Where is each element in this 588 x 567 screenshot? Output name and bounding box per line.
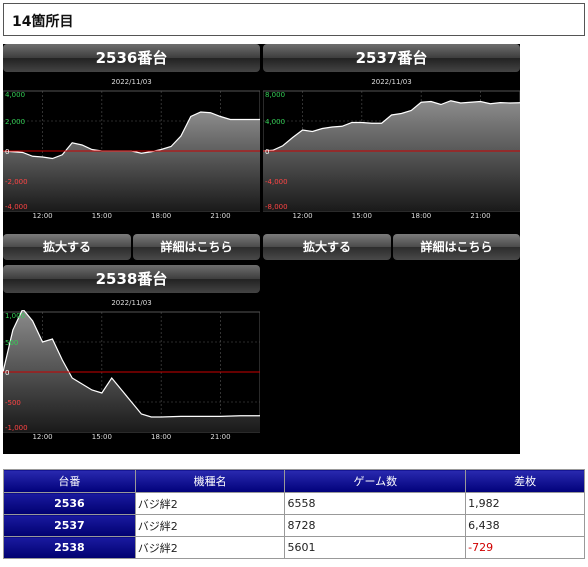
detail-button-2537[interactable]: 詳細はこちら — [393, 234, 520, 260]
unit-card-2538: 2538番台 2022/11/03 1,000 500 0 -500 -1,000 12:… — [3, 265, 260, 454]
unit-number-cell[interactable]: 2537 — [3, 514, 136, 537]
unit-card-2537: 2537番台 2022/11/03 8,000 4,000 0 -4,000 -8,00… — [263, 44, 520, 262]
y-tick-label: -4,000 — [5, 203, 28, 211]
y-tick-label: 2,000 — [5, 118, 25, 126]
y-tick-label: 8,000 — [265, 91, 285, 99]
unit-number-cell[interactable]: 2538 — [3, 536, 136, 559]
diff-cell: 1,982 — [465, 492, 585, 515]
chart-2536: 4,000 2,000 0 -2,000 -4,000 12:00 15:00 18:00 21… — [3, 90, 260, 219]
games-cell: 5601 — [284, 536, 467, 559]
chart-2538: 1,000 500 0 -500 -1,000 12:00 15:00 18:00 21:00 — [3, 310, 260, 440]
x-tick-label: 15:00 — [92, 212, 112, 219]
diff-cell: -729 — [465, 536, 585, 559]
y-tick-label: -500 — [5, 399, 21, 407]
x-tick-label: 15:00 — [352, 212, 372, 219]
x-tick-label: 21:00 — [210, 433, 230, 440]
x-tick-label: 18:00 — [411, 212, 431, 219]
model-cell: バジ絆2 — [134, 536, 286, 559]
column-header: 機種名 — [134, 469, 286, 493]
games-cell: 8728 — [284, 514, 467, 537]
x-tick-label: 18:00 — [151, 433, 171, 440]
diff-cell: 6,438 — [465, 514, 585, 537]
table-header-row: 台番 機種名 ゲーム数 差枚 — [3, 469, 585, 493]
unit-title[interactable]: 2538番台 — [3, 265, 260, 293]
y-tick-label: 0 — [5, 369, 9, 377]
chart-date: 2022/11/03 — [111, 299, 152, 307]
table-row: 2538 バジ絆2 5601 -729 — [3, 536, 585, 559]
y-tick-label: 0 — [265, 148, 269, 156]
y-tick-label: -4,000 — [265, 178, 288, 186]
chart-date: 2022/11/03 — [111, 78, 152, 86]
column-header: 台番 — [3, 469, 136, 493]
summary-table: 台番 機種名 ゲーム数 差枚 2536 バジ絆2 6558 1,982 2537… — [3, 469, 585, 559]
unit-card-2536: 2536番台 2022/11/03 4,000 2,000 0 -2,000 -4,00… — [3, 44, 260, 262]
y-tick-label: 4,000 — [5, 91, 25, 99]
zoom-button-2537[interactable]: 拡大する — [263, 234, 391, 260]
unit-title[interactable]: 2536番台 — [3, 44, 260, 72]
x-tick-label: 15:00 — [92, 433, 112, 440]
detail-button-2536[interactable]: 詳細はこちら — [133, 234, 260, 260]
x-tick-label: 18:00 — [151, 212, 171, 219]
games-cell: 6558 — [284, 492, 467, 515]
y-tick-label: -8,000 — [265, 203, 288, 211]
y-tick-label: -1,000 — [5, 424, 28, 432]
unit-title[interactable]: 2537番台 — [263, 44, 520, 72]
page-title: 14箇所目 — [3, 3, 585, 36]
x-tick-label: 12:00 — [32, 212, 52, 219]
table-row: 2536 バジ絆2 6558 1,982 — [3, 492, 585, 515]
chart-date: 2022/11/03 — [371, 78, 412, 86]
x-tick-label: 21:00 — [210, 212, 230, 219]
column-header: 差枚 — [465, 469, 585, 493]
zoom-button-2536[interactable]: 拡大する — [3, 234, 131, 260]
chart-2537: 8,000 4,000 0 -4,000 -8,000 12:00 15:00 18:00 21… — [263, 90, 520, 219]
model-cell: バジ絆2 — [134, 492, 286, 515]
table-row: 2537 バジ絆2 8728 6,438 — [3, 514, 585, 537]
x-tick-label: 12:00 — [32, 433, 52, 440]
model-cell: バジ絆2 — [134, 514, 286, 537]
y-tick-label: 0 — [5, 148, 9, 156]
x-tick-label: 21:00 — [470, 212, 490, 219]
column-header: ゲーム数 — [284, 469, 467, 493]
y-tick-label: 500 — [5, 339, 18, 347]
y-tick-label: 1,000 — [5, 312, 25, 320]
y-tick-label: -2,000 — [5, 178, 28, 186]
unit-number-cell[interactable]: 2536 — [3, 492, 136, 515]
x-tick-label: 12:00 — [292, 212, 312, 219]
y-tick-label: 4,000 — [265, 118, 285, 126]
chart-panel: 2536番台 2022/11/03 4,000 2,000 0 -2,000 -4,00… — [3, 44, 520, 454]
